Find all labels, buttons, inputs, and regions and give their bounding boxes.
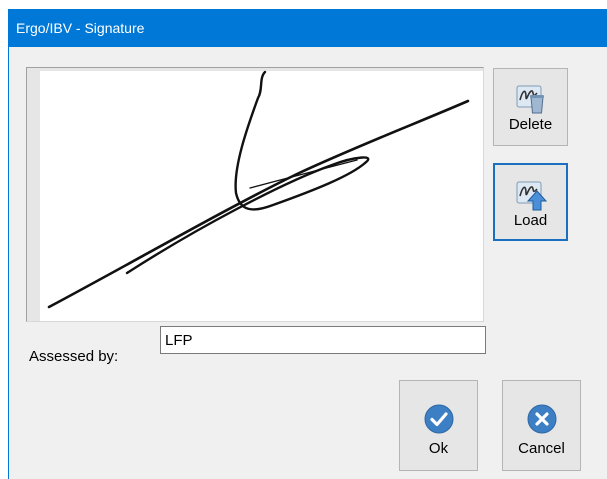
signature-delete-icon <box>515 83 547 119</box>
assessed-by-label: Assessed by: <box>29 348 119 365</box>
window-title: Ergo/IBV - Signature <box>9 9 607 47</box>
ok-button-label: Ok <box>428 440 449 457</box>
ok-button[interactable]: Ok <box>399 380 478 471</box>
delete-button[interactable]: Delete <box>493 68 568 146</box>
checkmark-circle-icon <box>424 404 454 438</box>
signature-dialog: Ergo/IBV - Signature Delete Load Assesse… <box>8 9 607 479</box>
cancel-button-label: Cancel <box>518 440 565 457</box>
signature-ink <box>47 70 470 309</box>
delete-button-label: Delete <box>508 116 553 133</box>
cancel-button[interactable]: Cancel <box>502 380 581 471</box>
x-circle-icon <box>527 404 557 438</box>
signature-pad[interactable] <box>26 67 484 322</box>
load-button[interactable]: Load <box>493 163 568 241</box>
signature-load-icon <box>515 179 547 215</box>
assessed-by-field[interactable] <box>160 326 486 354</box>
load-button-label: Load <box>513 212 548 229</box>
